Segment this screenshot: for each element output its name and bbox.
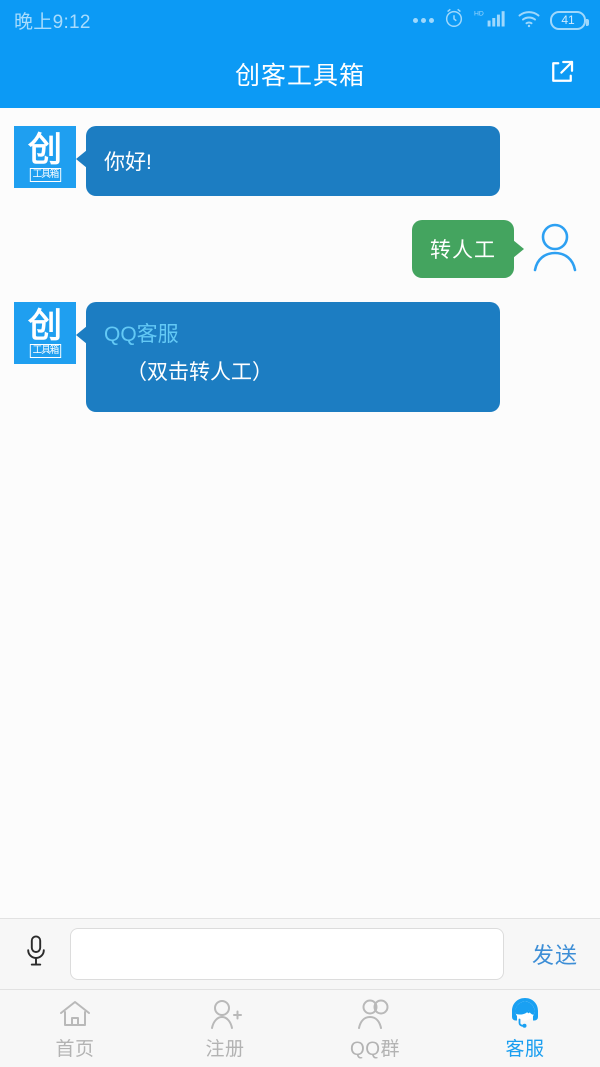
svg-text:HD: HD	[474, 10, 484, 17]
tab-label: QQ群	[349, 1039, 401, 1060]
status-icons: HD 41	[413, 7, 589, 34]
message-input-bar: 发送	[0, 918, 600, 990]
share-icon	[547, 57, 577, 92]
user-person-icon	[526, 218, 584, 281]
share-button[interactable]	[542, 54, 582, 94]
hd-signal-icon: HD	[474, 7, 508, 34]
alarm-clock-icon	[443, 7, 465, 34]
send-button[interactable]: 发送	[516, 938, 586, 970]
wifi-icon	[517, 8, 541, 33]
tab-label: 客服	[505, 1039, 545, 1060]
logo-sub-text: 工具箱	[29, 343, 61, 358]
more-dots-icon	[413, 17, 434, 23]
logo-main-text: 创	[28, 306, 62, 345]
chat-bubble[interactable]: 转人工	[412, 220, 514, 278]
tab-register[interactable]: 注册	[150, 996, 300, 1061]
message-input[interactable]	[70, 928, 504, 980]
chat-bubble-subtext: （双击转人工）	[126, 361, 273, 384]
app-header: 创客工具箱	[0, 40, 600, 108]
tab-label: 首页	[55, 1039, 95, 1060]
user-plus-icon	[208, 996, 242, 1030]
battery-level: 41	[561, 13, 575, 27]
voice-input-button[interactable]	[14, 929, 58, 979]
bottom-tab-bar: 首页 注册 QQ群 客服	[0, 990, 600, 1067]
chat-message-list: 创 工具箱 你好! 转人工 创 工具箱 QQ客服 （双击转人工）	[0, 108, 600, 918]
avatar-bot[interactable]: 创 工具箱	[14, 302, 76, 364]
chat-message-bot: 创 工具箱 你好!	[14, 126, 586, 196]
tab-customer-service[interactable]: 客服	[450, 996, 600, 1061]
logo-main-text: 创	[28, 130, 62, 169]
users-group-icon	[357, 996, 393, 1030]
app-screen: 晚上9:12 HD 41 创客工具箱 创 工具箱 你好! 转人工 创 工具箱 Q…	[0, 0, 600, 1067]
tab-home[interactable]: 首页	[0, 996, 150, 1061]
avatar-user[interactable]	[524, 218, 586, 280]
status-time: 晚上9:12	[14, 11, 91, 33]
chat-bubble-text: 你好!	[104, 151, 152, 174]
qq-service-link[interactable]: QQ客服	[104, 320, 482, 350]
chat-message-user: 转人工	[14, 218, 586, 280]
chat-bubble-text: 转人工	[430, 239, 496, 262]
tab-label: 注册	[205, 1039, 245, 1060]
tab-qq-group[interactable]: QQ群	[300, 996, 450, 1061]
microphone-icon	[21, 934, 51, 975]
battery-icon: 41	[550, 10, 589, 30]
headset-agent-icon	[507, 996, 543, 1030]
chat-bubble[interactable]: QQ客服 （双击转人工）	[76, 302, 500, 412]
chat-bubble[interactable]: 你好!	[76, 126, 500, 196]
page-title: 创客工具箱	[234, 62, 365, 90]
logo-sub-text: 工具箱	[29, 167, 61, 182]
home-icon	[58, 996, 92, 1030]
chat-message-bot: 创 工具箱 QQ客服 （双击转人工）	[14, 302, 586, 412]
avatar-bot[interactable]: 创 工具箱	[14, 126, 76, 188]
status-bar: 晚上9:12 HD 41	[0, 0, 600, 40]
